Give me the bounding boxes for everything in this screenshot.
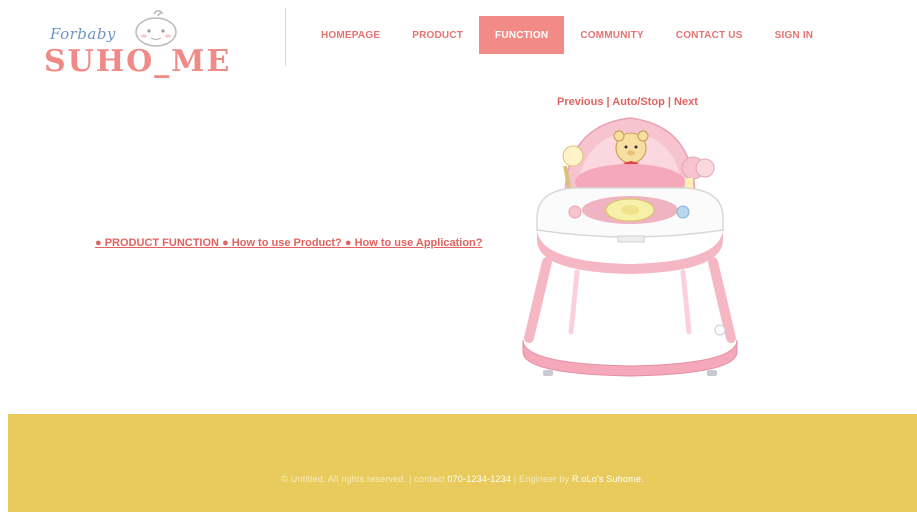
logo-tagline: Forbaby (50, 25, 116, 43)
contact-label: contact (414, 474, 445, 484)
site-logo[interactable]: Forbaby SUHO_ME (44, 8, 229, 80)
nav-contact-us[interactable]: CONTACT US (660, 16, 759, 54)
main-nav: HOMEPAGE PRODUCT FUNCTION COMMUNITY CONT… (305, 16, 829, 54)
footer-text: © Untitled. All rights reserved. | conta… (8, 474, 917, 484)
previous-button[interactable]: Previous (557, 96, 603, 108)
nav-homepage[interactable]: HOMEPAGE (305, 16, 396, 54)
footer-separator: | (409, 474, 412, 484)
footer-separator: | (513, 474, 517, 484)
engineer-name: R.oLo's Suhome. (571, 474, 644, 484)
copyright-text: © Untitled. All rights reserved. (281, 474, 407, 484)
separator: | (667, 96, 671, 108)
bullet-icon: ● (344, 237, 352, 249)
next-button[interactable]: Next (674, 96, 698, 108)
bullet-icon: ● (222, 237, 229, 249)
site-footer: © Untitled. All rights reserved. | conta… (8, 414, 917, 512)
separator: | (606, 96, 610, 108)
how-to-use-product-link[interactable]: ● How to use Product? (222, 237, 342, 249)
auto-stop-button[interactable]: Auto/Stop (612, 96, 665, 108)
nav-product[interactable]: PRODUCT (396, 16, 479, 54)
nav-community[interactable]: COMMUNITY (564, 16, 659, 54)
nav-function[interactable]: FUNCTION (479, 16, 565, 54)
baby-walker-image (522, 117, 738, 377)
baby-face-icon (135, 10, 177, 47)
function-links: ● PRODUCT FUNCTION ● How to use Product?… (95, 237, 483, 249)
slider-controls: Previous | Auto/Stop | Next (557, 96, 698, 108)
how-to-use-application-label: How to use Application? (354, 237, 483, 249)
contact-number: 070-1234-1234 (447, 474, 512, 484)
product-function-label: PRODUCT FUNCTION (104, 237, 219, 249)
product-function-link[interactable]: ● PRODUCT FUNCTION (95, 237, 219, 249)
how-to-use-application-link[interactable]: ● How to use Application? (345, 237, 483, 249)
nav-sign-in[interactable]: SIGN IN (759, 16, 830, 54)
logo-wordmark: SUHO_ME (44, 44, 232, 79)
how-to-use-product-label: How to use Product? (231, 237, 342, 249)
bullet-icon: ● (95, 237, 102, 249)
header-divider (285, 8, 286, 66)
engineer-label: Engineer by (519, 474, 570, 484)
